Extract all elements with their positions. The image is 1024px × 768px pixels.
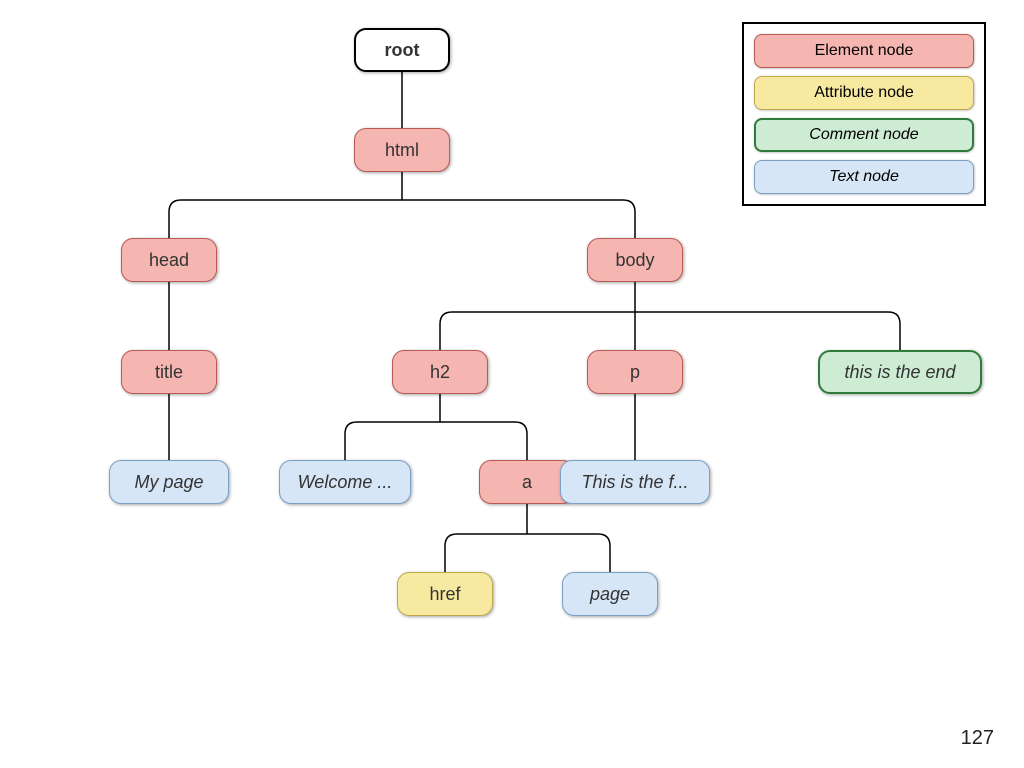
legend-comment: Comment node (754, 118, 974, 152)
node-p: p (587, 350, 683, 394)
dom-tree-diagram: root html head body title h2 p this is t… (0, 0, 1024, 768)
node-text-thisisf: This is the f... (560, 460, 710, 504)
node-text-welcome: Welcome ... (279, 460, 411, 504)
node-body: body (587, 238, 683, 282)
node-html: html (354, 128, 450, 172)
legend: Element node Attribute node Comment node… (742, 22, 986, 206)
legend-element: Element node (754, 34, 974, 68)
node-comment-end: this is the end (818, 350, 982, 394)
legend-attribute: Attribute node (754, 76, 974, 110)
node-root: root (354, 28, 450, 72)
node-title: title (121, 350, 217, 394)
legend-text: Text node (754, 160, 974, 194)
node-attr-href: href (397, 572, 493, 616)
page-number: 127 (961, 727, 994, 750)
node-head: head (121, 238, 217, 282)
node-text-mypage: My page (109, 460, 229, 504)
node-text-page: page (562, 572, 658, 616)
node-h2: h2 (392, 350, 488, 394)
